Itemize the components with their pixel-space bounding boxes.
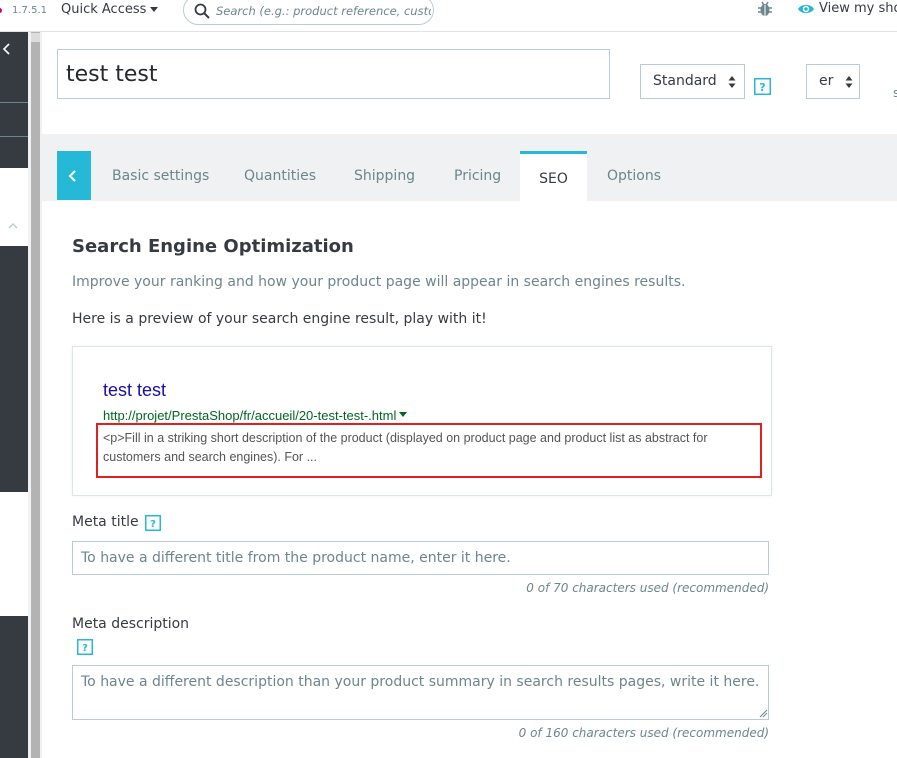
language-value: er [819, 73, 834, 89]
chevron-left-icon[interactable] [2, 42, 12, 56]
serp-preview-title: test test [103, 380, 167, 400]
select-arrows-icon [845, 76, 853, 88]
meta-description-label: Meta description [72, 616, 190, 632]
search-input[interactable] [216, 0, 431, 23]
chevron-left-icon [68, 170, 76, 182]
chevron-up-icon[interactable] [7, 220, 19, 232]
section-description: Improve your ranking and how your produc… [72, 274, 686, 290]
logo-dot [0, 8, 2, 13]
scrollbar-button[interactable] [31, 33, 40, 42]
tab-quantities[interactable]: Quantities [244, 151, 316, 201]
product-name-input[interactable] [57, 49, 610, 99]
meta-description-counter: 0 of 160 characters used (recommended) [518, 726, 769, 740]
caret-down-icon [150, 7, 159, 12]
quick-access-menu[interactable]: Quick Access [61, 2, 159, 17]
quick-access-label: Quick Access [61, 2, 147, 17]
product-type-select[interactable]: Standard [640, 64, 745, 99]
tab-seo[interactable]: SEO [520, 151, 587, 202]
sidebar-scrollbar[interactable] [31, 32, 40, 758]
header-text-fragment: s [893, 86, 897, 100]
help-icon[interactable]: ? [77, 639, 93, 655]
tab-shipping[interactable]: Shipping [354, 151, 415, 201]
sidebar-item[interactable] [0, 168, 28, 246]
eye-icon [798, 4, 814, 13]
help-icon[interactable]: ? [754, 78, 771, 95]
svg-text:?: ? [82, 643, 88, 654]
meta-description-textarea[interactable] [72, 665, 769, 720]
search-box[interactable] [183, 0, 434, 25]
serp-preview-description: <p>Fill in a striking short description … [103, 431, 708, 464]
search-icon[interactable] [194, 3, 210, 19]
bug-icon[interactable] [756, 0, 774, 18]
product-type-value: Standard [653, 73, 717, 89]
serp-preview-url: http://projet/PrestaShop/fr/accueil/20-t… [103, 408, 408, 423]
meta-title-label: Meta title [72, 514, 139, 530]
top-bar: 1.7.5.1 Quick Access View my sho [0, 0, 897, 32]
tab-basic-settings[interactable]: Basic settings [112, 151, 209, 201]
sidebar-divider [0, 102, 28, 103]
svg-text:?: ? [759, 81, 765, 94]
meta-title-input[interactable] [72, 541, 769, 575]
tab-options[interactable]: Options [607, 151, 661, 201]
svg-text:?: ? [150, 519, 156, 530]
resize-grip-icon[interactable] [759, 709, 768, 718]
sidebar [0, 32, 28, 758]
meta-title-counter: 0 of 70 characters used (recommended) [526, 581, 769, 595]
tabs-scroll-left-button[interactable] [57, 151, 91, 200]
view-shop-label: View my sho [819, 1, 897, 16]
serp-url-text: http://projet/PrestaShop/fr/accueil/20-t… [103, 408, 397, 423]
view-shop-link[interactable]: View my sho [797, 1, 897, 16]
select-arrows-icon [728, 76, 736, 88]
sidebar-divider [0, 136, 28, 137]
sidebar-item[interactable] [0, 492, 28, 616]
preview-intro: Here is a preview of your search engine … [72, 311, 487, 327]
version-label: 1.7.5.1 [12, 5, 47, 16]
language-select[interactable]: er [806, 64, 860, 99]
section-title: Search Engine Optimization [72, 236, 354, 257]
caret-down-icon [399, 412, 408, 417]
help-icon[interactable]: ? [145, 515, 161, 531]
tab-pricing[interactable]: Pricing [454, 151, 501, 201]
